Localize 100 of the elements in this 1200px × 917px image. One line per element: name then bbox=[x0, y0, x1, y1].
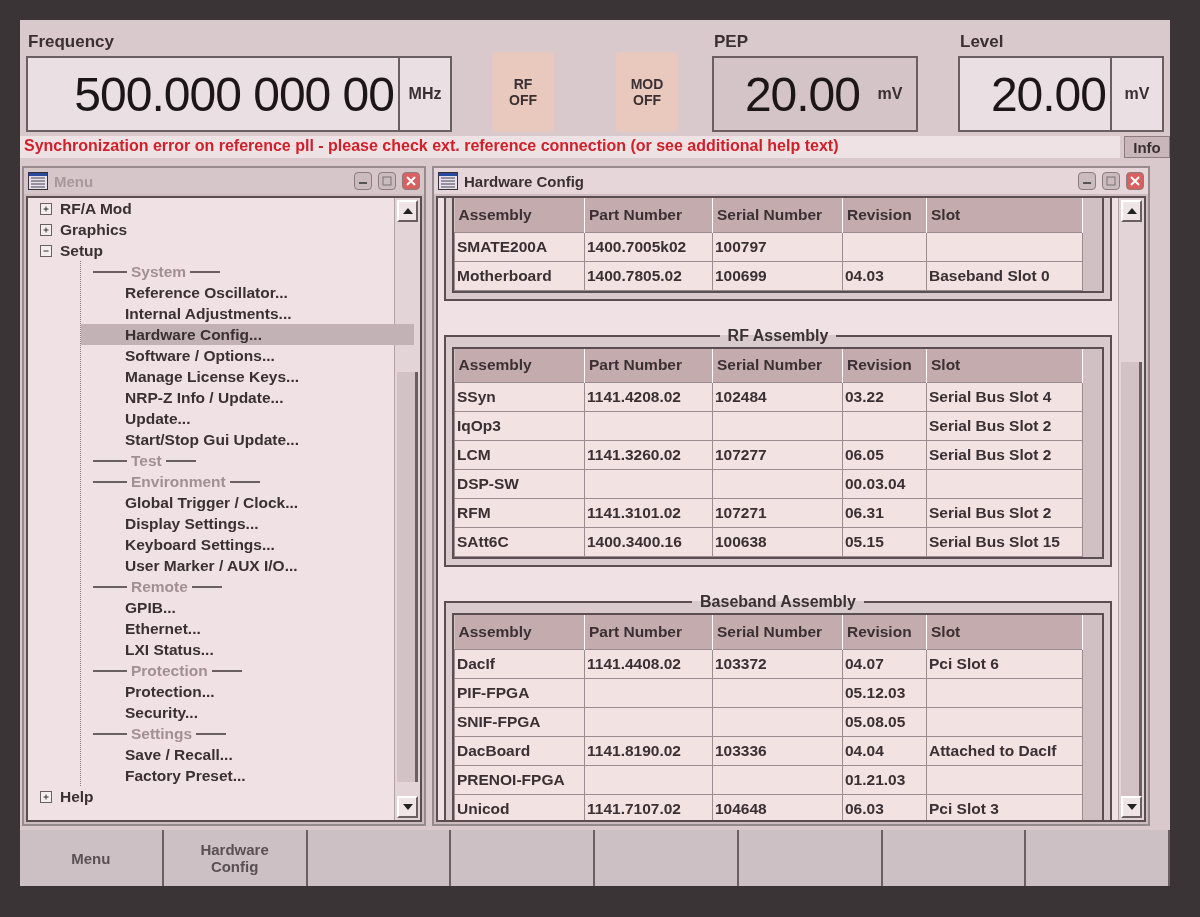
value-display[interactable]: 500.000 000 00 MHz bbox=[26, 56, 452, 132]
column-header: Serial Number bbox=[712, 615, 843, 649]
tree-item[interactable]: RF/A Mod bbox=[60, 199, 132, 218]
expand-icon[interactable] bbox=[40, 202, 52, 215]
table-cell: 1141.3101.02 bbox=[584, 498, 713, 528]
collapse-icon[interactable] bbox=[40, 244, 52, 257]
menu-item[interactable]: Software / Options... bbox=[81, 345, 414, 366]
menu-item[interactable]: Global Trigger / Clock... bbox=[81, 492, 414, 513]
minimize-button[interactable] bbox=[354, 172, 372, 190]
minimize-button[interactable] bbox=[1078, 172, 1096, 190]
menu-item[interactable]: Hardware Config... bbox=[81, 324, 414, 345]
table-cell: 100699 bbox=[712, 261, 843, 290]
error-message: Synchronization error on reference pll - please check ext. reference connection (or see additional help text) bbox=[20, 136, 1120, 158]
expand-icon[interactable] bbox=[40, 790, 52, 803]
table-cell: 1400.7005k02 bbox=[584, 232, 713, 261]
menu-item[interactable]: LXI Status... bbox=[81, 639, 414, 660]
group-heading: Settings bbox=[131, 724, 193, 743]
menu-item[interactable]: Ethernet... bbox=[81, 618, 414, 639]
section-title: RF Assembly bbox=[726, 326, 830, 345]
table-cell: SNIF-FPGA bbox=[454, 707, 585, 736]
table-cell: 1400.7805.02 bbox=[584, 261, 713, 290]
window-icon bbox=[438, 172, 458, 190]
table-cell: LCM bbox=[454, 440, 585, 470]
menu-item[interactable]: Security... bbox=[81, 702, 414, 723]
table-cell: 05.15 bbox=[842, 527, 927, 557]
tree-item[interactable]: Graphics bbox=[60, 220, 128, 239]
menu-item[interactable]: Factory Preset... bbox=[81, 765, 414, 786]
menu-item[interactable]: Save / Recall... bbox=[81, 744, 414, 765]
close-button[interactable] bbox=[402, 172, 420, 190]
table-cell: DacBoard bbox=[454, 736, 585, 765]
menu-item[interactable]: Reference Oscillator... bbox=[81, 282, 414, 303]
info-button[interactable]: Info bbox=[1124, 136, 1170, 158]
maximize-button[interactable] bbox=[1102, 172, 1120, 190]
down-arrow-icon bbox=[402, 804, 413, 810]
menu-item[interactable]: Display Settings... bbox=[81, 513, 414, 534]
down-arrow-icon bbox=[1126, 804, 1137, 810]
table-cell: 05.08.05 bbox=[842, 707, 927, 736]
menu-item[interactable]: Start/Stop Gui Update... bbox=[81, 429, 414, 450]
softkey[interactable]: Menu bbox=[20, 830, 164, 886]
softkey[interactable] bbox=[738, 830, 883, 886]
field-label: Frequency bbox=[27, 32, 115, 53]
close-button[interactable] bbox=[1126, 172, 1144, 190]
field-label: Level bbox=[959, 32, 1005, 53]
table-cell: Serial Bus Slot 2 bbox=[926, 498, 1083, 528]
maximize-icon bbox=[1106, 176, 1116, 186]
table-cell: 01.21.03 bbox=[842, 765, 927, 794]
window-title: Hardware Config bbox=[464, 172, 585, 190]
group-heading: Remote bbox=[131, 577, 188, 596]
table-cell: RFM bbox=[454, 498, 585, 528]
scroll-up-button[interactable] bbox=[1121, 200, 1142, 222]
table-cell: 104648 bbox=[712, 794, 843, 820]
column-header: Assembly bbox=[454, 348, 585, 383]
column-header: Part Number bbox=[584, 348, 713, 383]
table-cell: PRENOI-FPGA bbox=[454, 765, 585, 794]
softkey[interactable]: Hardware Config bbox=[163, 830, 308, 886]
column-header: Serial Number bbox=[712, 348, 843, 383]
table-cell: 100638 bbox=[712, 527, 843, 557]
menu-item[interactable]: Manage License Keys... bbox=[81, 366, 414, 387]
menu-item[interactable]: User Marker / AUX I/O... bbox=[81, 555, 414, 576]
column-header: Slot bbox=[926, 348, 1083, 383]
value-display[interactable]: 20.00 mV bbox=[712, 56, 918, 132]
column-header: Revision bbox=[842, 615, 927, 649]
menu-item[interactable]: Update... bbox=[81, 408, 414, 429]
table-cell: 05.12.03 bbox=[842, 678, 927, 707]
table-cell: 1141.4208.02 bbox=[584, 382, 713, 412]
table-cell: 1141.8190.02 bbox=[584, 736, 713, 765]
tree-item[interactable]: Setup bbox=[60, 241, 104, 260]
softkey[interactable] bbox=[882, 830, 1027, 886]
toggle-button[interactable]: RF OFF bbox=[492, 52, 554, 132]
menu-item[interactable]: Internal Adjustments... bbox=[81, 303, 414, 324]
menu-item[interactable]: Protection... bbox=[81, 681, 414, 702]
field-label: PEP bbox=[713, 32, 750, 53]
table-cell: 06.05 bbox=[842, 440, 927, 470]
value-display[interactable]: 20.00 mV bbox=[958, 56, 1164, 132]
table-cell: 103372 bbox=[712, 649, 843, 678]
table-cell: Baseband Slot 0 bbox=[926, 261, 1083, 290]
table-cell: Serial Bus Slot 15 bbox=[926, 527, 1083, 557]
table-cell: 1400.3400.16 bbox=[584, 527, 713, 557]
scroll-down-button[interactable] bbox=[397, 796, 418, 818]
table-cell: 107271 bbox=[712, 498, 843, 528]
scrollbar[interactable] bbox=[1118, 198, 1144, 820]
scrollbar[interactable] bbox=[394, 198, 420, 820]
tree-item[interactable]: Help bbox=[60, 787, 94, 806]
group-heading: Test bbox=[131, 451, 162, 470]
expand-icon[interactable] bbox=[40, 223, 52, 236]
close-icon bbox=[406, 176, 416, 186]
menu-item[interactable]: Keyboard Settings... bbox=[81, 534, 414, 555]
softkey[interactable] bbox=[307, 830, 452, 886]
maximize-icon bbox=[382, 176, 392, 186]
table-cell: 1141.3260.02 bbox=[584, 440, 713, 470]
scroll-down-button[interactable] bbox=[1121, 796, 1142, 818]
group-heading: System bbox=[131, 262, 187, 281]
table-cell: 1141.7107.02 bbox=[584, 794, 713, 820]
toggle-button[interactable]: MOD OFF bbox=[616, 52, 678, 132]
table-cell: SSyn bbox=[454, 382, 585, 412]
menu-item[interactable]: GPIB... bbox=[81, 597, 414, 618]
table-cell: 04.04 bbox=[842, 736, 927, 765]
close-icon bbox=[1130, 176, 1140, 186]
scroll-up-button[interactable] bbox=[397, 200, 418, 222]
menu-item[interactable]: NRP-Z Info / Update... bbox=[81, 387, 414, 408]
